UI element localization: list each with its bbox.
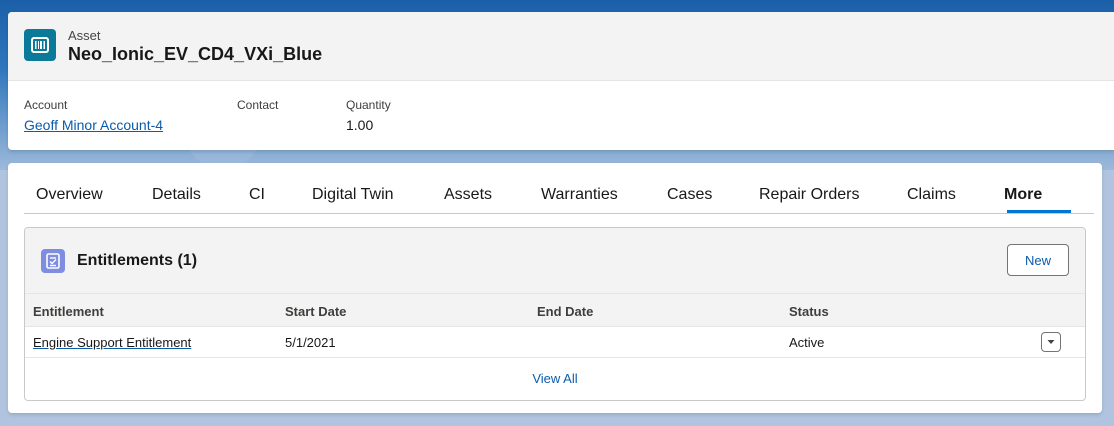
tab-warranties[interactable]: Warranties	[541, 186, 618, 204]
main-card: Overview Details CI Digital Twin Assets …	[8, 163, 1102, 413]
quantity-field: Quantity 1.00	[346, 98, 391, 133]
table-header: Entitlement Start Date End Date Status	[25, 293, 1085, 327]
entitlement-link[interactable]: Engine Support Entitlement	[33, 335, 191, 350]
tab-details[interactable]: Details	[152, 186, 201, 204]
record-header-top: Asset Neo_Ionic_EV_CD4_VXi_Blue	[8, 12, 1114, 81]
active-tab-indicator	[1007, 210, 1071, 213]
tab-repair-orders[interactable]: Repair Orders	[759, 186, 859, 204]
table-row: Engine Support Entitlement 5/1/2021 Acti…	[25, 327, 1085, 358]
tab-assets[interactable]: Assets	[444, 186, 492, 204]
column-header-entitlement[interactable]: Entitlement	[33, 304, 104, 319]
record-header: Asset Neo_Ionic_EV_CD4_VXi_Blue Account …	[8, 12, 1114, 150]
chevron-down-icon	[1047, 340, 1055, 344]
entitlements-related-list: Entitlements (1) New Entitlement Start D…	[24, 227, 1086, 401]
tab-digital-twin[interactable]: Digital Twin	[312, 186, 394, 204]
related-list-header: Entitlements (1) New	[25, 228, 1085, 293]
start-date-cell: 5/1/2021	[285, 335, 336, 350]
account-label: Account	[24, 98, 68, 112]
tab-ci[interactable]: CI	[249, 186, 265, 204]
tab-overview[interactable]: Overview	[36, 186, 103, 204]
column-header-start-date[interactable]: Start Date	[285, 304, 346, 319]
row-actions-button[interactable]	[1041, 332, 1061, 352]
status-cell: Active	[789, 335, 825, 350]
tab-cases[interactable]: Cases	[667, 186, 712, 204]
related-list-title: Entitlements (1)	[77, 252, 198, 269]
entitlement-icon	[41, 249, 65, 273]
column-header-end-date[interactable]: End Date	[537, 304, 593, 319]
asset-barcode-icon	[24, 29, 56, 61]
contact-label: Contact	[237, 98, 279, 112]
tab-more[interactable]: More	[1004, 186, 1042, 204]
account-link[interactable]: Geoff Minor Account-4	[24, 117, 163, 133]
record-title: Neo_Ionic_EV_CD4_VXi_Blue	[68, 44, 323, 64]
column-header-status[interactable]: Status	[789, 304, 829, 319]
account-field: Account Geoff Minor Account-4	[24, 98, 163, 133]
tab-bar: Overview Details CI Digital Twin Assets …	[24, 163, 1094, 214]
contact-field: Contact	[237, 98, 278, 117]
object-type-label: Asset	[68, 28, 101, 43]
view-all-link[interactable]: View All	[25, 371, 1085, 386]
quantity-value: 1.00	[346, 117, 374, 133]
new-button[interactable]: New	[1007, 244, 1069, 276]
quantity-label: Quantity	[346, 98, 391, 112]
tab-claims[interactable]: Claims	[907, 186, 956, 204]
